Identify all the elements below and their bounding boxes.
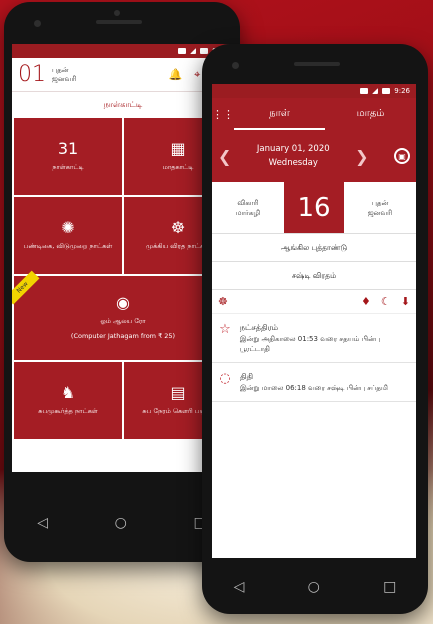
earpiece-speaker bbox=[96, 20, 142, 24]
recents-icon[interactable]: □ bbox=[383, 579, 396, 595]
weekday-tamil: புதன் bbox=[371, 198, 389, 207]
calendar-month-icon: ▦ bbox=[170, 139, 186, 158]
phone-right: 9:26 ⋮⋮ நாள் மாதம் ❮ January 01, 2020 We… bbox=[202, 44, 428, 614]
detail-desc: இன்று அதிகாலை 01:53 வரை சதயம் பின்பு பூர… bbox=[239, 335, 381, 353]
signal-icon bbox=[190, 48, 197, 54]
calendar-link[interactable]: நாள்காட்டி bbox=[12, 92, 234, 118]
calendar-day-icon: 31 bbox=[57, 139, 79, 158]
front-camera bbox=[232, 62, 239, 69]
prev-day-icon[interactable]: ❮ bbox=[218, 147, 231, 166]
date-display: January 01, 2020 Wednesday bbox=[257, 142, 330, 170]
back-icon[interactable]: ◁ bbox=[234, 579, 245, 595]
next-day-icon[interactable]: ❯ bbox=[355, 147, 368, 166]
detail-thithi: ◌ திதி இன்று மாலை 06:18 வரை சஷ்டி பின்பு… bbox=[212, 363, 416, 402]
battery-icon bbox=[382, 88, 391, 94]
tile-label: ஓம் ஆலய ரோ bbox=[100, 317, 146, 325]
new-badge: New bbox=[12, 270, 40, 305]
tile-label: சுபமுகூர்த்த நாட்கள் bbox=[38, 407, 98, 415]
front-camera bbox=[34, 20, 41, 27]
detail-title: திதி bbox=[240, 372, 254, 381]
tile-daily-calendar[interactable]: 31 நாள்காட்டி bbox=[14, 118, 122, 195]
date-navigator: ❮ January 01, 2020 Wednesday ❯ ▣ bbox=[212, 130, 416, 182]
wifi-icon bbox=[178, 48, 187, 54]
fireworks-icon: ✺ bbox=[61, 218, 75, 237]
detail-nakshatra: ☆ நட்சத்திரம் இன்று அதிகாலை 01:53 வரை சத… bbox=[212, 314, 416, 363]
today-icon[interactable]: ▣ bbox=[394, 148, 410, 164]
day-summary: விகாரி மார்கழி 16 புதன் ஜனவரி bbox=[212, 182, 416, 234]
status-bar: 9:26 bbox=[212, 84, 416, 98]
signal-icon bbox=[372, 88, 379, 94]
detail-desc: இன்று மாலை 06:18 வரை சஷ்டி பின்பு சப்தமி bbox=[240, 384, 388, 392]
day-text: புதன் ஜனவரி bbox=[52, 66, 76, 84]
status-bar: 9:26 bbox=[12, 44, 234, 58]
rahu-icon: ☸ bbox=[218, 295, 228, 308]
status-time: 9:26 bbox=[394, 87, 410, 95]
tile-label: பண்டிகை, விடுமுறை நாட்கள் bbox=[23, 242, 113, 250]
wifi-icon bbox=[360, 88, 369, 94]
tamil-year-month: விகாரி மார்கழி bbox=[212, 182, 284, 233]
weekday-month: புதன் ஜனவரி bbox=[344, 182, 416, 233]
tab-bar: ⋮⋮ நாள் மாதம் bbox=[212, 98, 416, 130]
clock-calendar-icon: ▤ bbox=[170, 383, 186, 402]
day-weekday: புதன் bbox=[52, 65, 69, 74]
menu-grid: 31 நாள்காட்டி ▦ மாதகாட்டி ✺ பண்டிகை, விட… bbox=[12, 118, 234, 439]
location-icon[interactable]: ⌖ bbox=[194, 68, 200, 82]
tamil-year: விகாரி bbox=[237, 198, 259, 207]
day-month: ஜனவரி bbox=[52, 74, 77, 83]
tile-auspicious-days[interactable]: ♞ சுபமுகூர்த்த நாட்கள் bbox=[14, 362, 122, 439]
tile-label: முக்கிய விரத நாட்கள் bbox=[145, 242, 211, 250]
event-info-1: ஆங்கில புத்தாண்டு bbox=[212, 234, 416, 262]
tamil-month: மார்கழி bbox=[235, 208, 261, 217]
tile-sublabel: (Computer Jathagam from ₹ 25) bbox=[70, 332, 176, 340]
star-icon: ☆ bbox=[219, 322, 231, 337]
back-icon[interactable]: ◁ bbox=[37, 515, 48, 531]
torch-icon: ♦ bbox=[361, 295, 371, 308]
tile-label: நாள்காட்டி bbox=[52, 163, 84, 171]
tab-day[interactable]: நாள் bbox=[234, 98, 325, 130]
date-text: January 01, 2020 bbox=[256, 144, 330, 154]
month-tamil: ஜனவரி bbox=[367, 208, 393, 217]
detail-title: நட்சத்திரம் bbox=[239, 323, 279, 332]
android-nav-bar: ◁ ○ □ bbox=[202, 560, 428, 614]
battery-icon bbox=[200, 48, 209, 54]
wedding-icon: ♞ bbox=[60, 383, 76, 402]
om-icon: ◉ bbox=[116, 293, 130, 312]
tile-festivals[interactable]: ✺ பண்டிகை, விடுமுறை நாட்கள் bbox=[14, 197, 122, 274]
down-arrow-icon: ⬇ bbox=[400, 295, 410, 308]
lamp-icon: ☸ bbox=[170, 218, 186, 237]
event-info-2: சஷ்டி விரதம் bbox=[212, 262, 416, 290]
moon-icon: ☾ bbox=[380, 295, 391, 308]
screen-left: 9:26 01 புதன் ஜனவரி 🔔 ⌖ ⋘ நாள்காட்டி 31 … bbox=[12, 44, 234, 472]
sensor bbox=[114, 10, 120, 16]
bell-icon[interactable]: 🔔 bbox=[168, 68, 182, 82]
big-day-number: 16 bbox=[284, 182, 344, 233]
tile-om-astro[interactable]: New ◉ ஓம் ஆலய ரோ (Computer Jathagam from… bbox=[12, 270, 232, 360]
home-icon[interactable]: ○ bbox=[308, 579, 320, 595]
screen-right: 9:26 ⋮⋮ நாள் மாதம் ❮ January 01, 2020 We… bbox=[212, 84, 416, 558]
menu-icon[interactable]: ⋮⋮ bbox=[212, 108, 234, 121]
tab-month[interactable]: மாதம் bbox=[325, 98, 416, 130]
day-number: 01 bbox=[18, 62, 46, 87]
app-header: 01 புதன் ஜனவரி 🔔 ⌖ ⋘ bbox=[12, 58, 234, 92]
indicator-row: ☸ ♦ ☾ ⬇ bbox=[212, 290, 416, 314]
weekday-text: Wednesday bbox=[268, 158, 318, 168]
tile-label: மாதகாட்டி bbox=[162, 163, 194, 171]
home-icon[interactable]: ○ bbox=[115, 515, 127, 531]
earpiece-speaker bbox=[294, 62, 340, 66]
moon-phase-icon: ◌ bbox=[219, 371, 231, 386]
